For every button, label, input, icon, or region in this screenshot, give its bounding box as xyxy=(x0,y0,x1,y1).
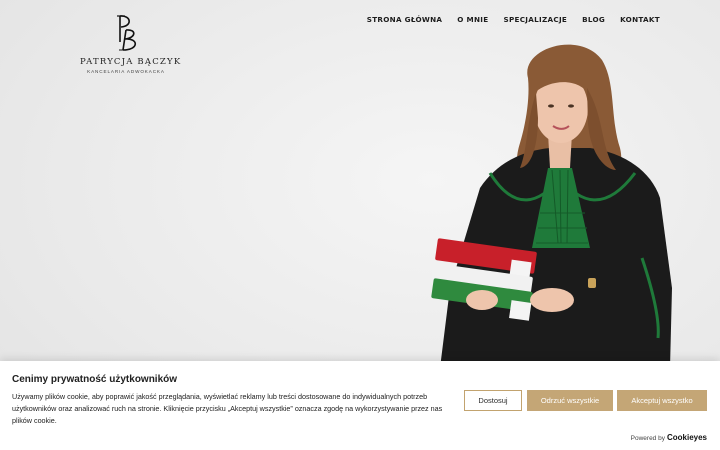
cookie-consent-banner: Cenimy prywatność użytkowników Używamy p… xyxy=(0,361,720,450)
main-nav: STRONA GŁÓWNA O MNIE SPECJALIZACJE BLOG … xyxy=(367,15,660,24)
powered-by-label: Powered by xyxy=(630,435,665,442)
cookieyes-logo: Cookieyes xyxy=(666,433,707,442)
nav-item-contact[interactable]: KONTAKT xyxy=(620,15,660,24)
powered-by[interactable]: Powered by Cookieyes xyxy=(631,433,707,442)
logo[interactable]: PATRYCJA BĄCZYK KANCELARIA ADWOKACKA xyxy=(80,12,182,74)
customize-button[interactable]: Dostosuj xyxy=(464,390,522,411)
cookie-title: Cenimy prywatność użytkowników xyxy=(12,374,178,385)
cookie-description: Używamy plików cookie, aby poprawić jako… xyxy=(12,392,443,425)
reject-all-button[interactable]: Odrzuć wszystkie xyxy=(527,390,613,411)
nav-item-blog[interactable]: BLOG xyxy=(582,15,605,24)
nav-item-home[interactable]: STRONA GŁÓWNA xyxy=(367,15,443,24)
logo-name: PATRYCJA BĄCZYK xyxy=(80,57,182,67)
nav-item-about[interactable]: O MNIE xyxy=(457,15,488,24)
accept-all-button[interactable]: Akceptuj wszystko xyxy=(617,390,707,411)
logo-subtitle: KANCELARIA ADWOKACKA xyxy=(87,69,165,74)
monogram-logo-icon xyxy=(117,15,137,51)
nav-item-specializations[interactable]: SPECJALIZACJE xyxy=(503,15,567,24)
lawyer-portrait-image xyxy=(431,44,672,368)
